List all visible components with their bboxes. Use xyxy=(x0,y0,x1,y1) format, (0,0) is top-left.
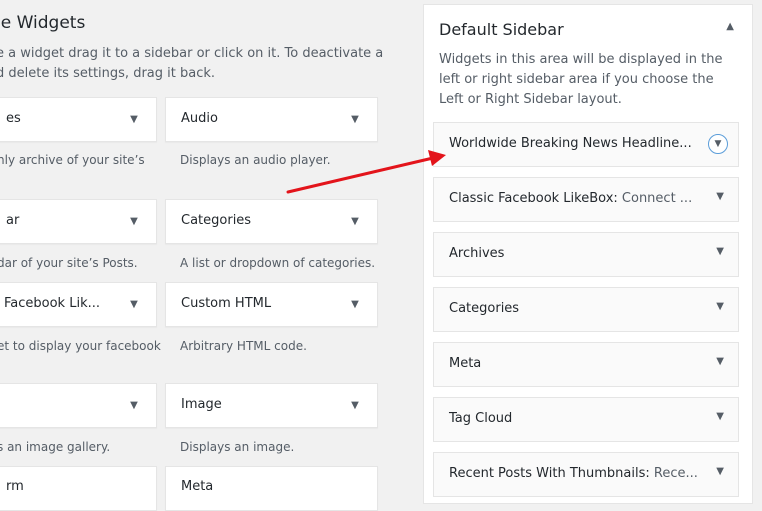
triangle-down-icon[interactable]: ▼ xyxy=(345,295,365,315)
widget-label: Custom HTML xyxy=(181,296,272,311)
widget-description: s an image gallery. xyxy=(0,440,111,454)
sidebar-widget-tag-cloud[interactable]: Tag Cloud ▼ xyxy=(433,397,739,442)
widget-label: Worldwide Breaking News Headline... xyxy=(449,136,692,151)
widget-meta[interactable]: Meta xyxy=(165,466,378,511)
widget-label: es xyxy=(6,111,21,126)
sidebar-description: Widgets in this area will be displayed i… xyxy=(439,52,723,107)
widget-facebook-likebox[interactable]: Facebook Lik... ▼ xyxy=(0,282,157,327)
available-widgets-title: le Widgets xyxy=(0,13,86,33)
widget-description: et to display your facebook xyxy=(0,339,161,353)
triangle-down-icon[interactable]: ▼ xyxy=(124,212,144,232)
widget-description: A list or dropdown of categories. xyxy=(180,256,376,270)
widget-description: dar of your site’s Posts. xyxy=(0,256,138,270)
widget-label: Classic Facebook LikeBox: Connect ... xyxy=(449,191,693,206)
widget-label: Categories xyxy=(449,301,520,316)
sidebar-widget-categories[interactable]: Categories ▼ xyxy=(433,287,739,332)
widget-label: Meta xyxy=(449,356,482,371)
widget-description: Displays an audio player. xyxy=(180,153,331,167)
triangle-up-icon[interactable]: ▲ xyxy=(726,21,734,32)
default-sidebar-panel: Default Sidebar ▲ Widgets in this area w… xyxy=(423,4,753,504)
sidebar-widget-archives[interactable]: Archives ▼ xyxy=(433,232,739,277)
available-widgets-description: e a widget drag it to a sidebar or click… xyxy=(0,46,384,81)
widget-label: Facebook Lik... xyxy=(4,296,100,311)
sidebar-widget-recent-posts[interactable]: Recent Posts With Thumbnails: Rece... ▼ xyxy=(433,452,739,497)
widget-custom-html[interactable]: Custom HTML ▼ xyxy=(165,282,378,327)
widget-description: hly archive of your site’s xyxy=(0,153,145,167)
triangle-down-icon[interactable]: ▼ xyxy=(716,356,724,367)
widget-calendar[interactable]: ar ▼ xyxy=(0,199,157,244)
triangle-down-icon[interactable]: ▼ xyxy=(716,191,724,202)
widget-label: Tag Cloud xyxy=(449,411,513,426)
sidebar-widget-meta[interactable]: Meta ▼ xyxy=(433,342,739,387)
widget-gallery[interactable]: ▼ xyxy=(0,383,157,428)
widget-label: Categories xyxy=(181,213,252,228)
widget-label: Image xyxy=(181,397,222,412)
widget-label: ar xyxy=(6,213,20,228)
triangle-down-icon[interactable]: ▼ xyxy=(124,396,144,416)
widget-label: Meta xyxy=(181,479,214,494)
widget-description: Displays an image. xyxy=(180,440,295,454)
triangle-down-icon[interactable]: ▼ xyxy=(345,212,365,232)
sidebar-widget-facebook-likebox[interactable]: Classic Facebook LikeBox: Connect ... ▼ xyxy=(433,177,739,222)
triangle-down-icon[interactable]: ▼ xyxy=(124,295,144,315)
sidebar-title[interactable]: Default Sidebar xyxy=(439,20,564,39)
widget-description: Arbitrary HTML code. xyxy=(180,339,307,353)
widget-categories[interactable]: Categories ▼ xyxy=(165,199,378,244)
triangle-down-icon[interactable]: ▼ xyxy=(345,110,365,130)
sidebar-widget-breaking-news[interactable]: Worldwide Breaking News Headline... ▼ xyxy=(433,122,739,167)
triangle-down-icon[interactable]: ▼ xyxy=(716,466,724,477)
triangle-down-icon[interactable]: ▼ xyxy=(345,396,365,416)
widget-label: Archives xyxy=(449,246,505,261)
widget-form[interactable]: rm xyxy=(0,466,157,511)
triangle-down-icon[interactable]: ▼ xyxy=(708,134,728,154)
triangle-down-icon[interactable]: ▼ xyxy=(716,246,724,257)
widget-label: Audio xyxy=(181,111,218,126)
triangle-down-icon[interactable]: ▼ xyxy=(716,301,724,312)
triangle-down-icon[interactable]: ▼ xyxy=(716,411,724,422)
triangle-down-icon[interactable]: ▼ xyxy=(124,110,144,130)
widget-archives[interactable]: es ▼ xyxy=(0,97,157,142)
widget-audio[interactable]: Audio ▼ xyxy=(165,97,378,142)
widget-label: rm xyxy=(6,479,24,494)
widget-image[interactable]: Image ▼ xyxy=(165,383,378,428)
widget-label: Recent Posts With Thumbnails: Rece... xyxy=(449,466,698,481)
